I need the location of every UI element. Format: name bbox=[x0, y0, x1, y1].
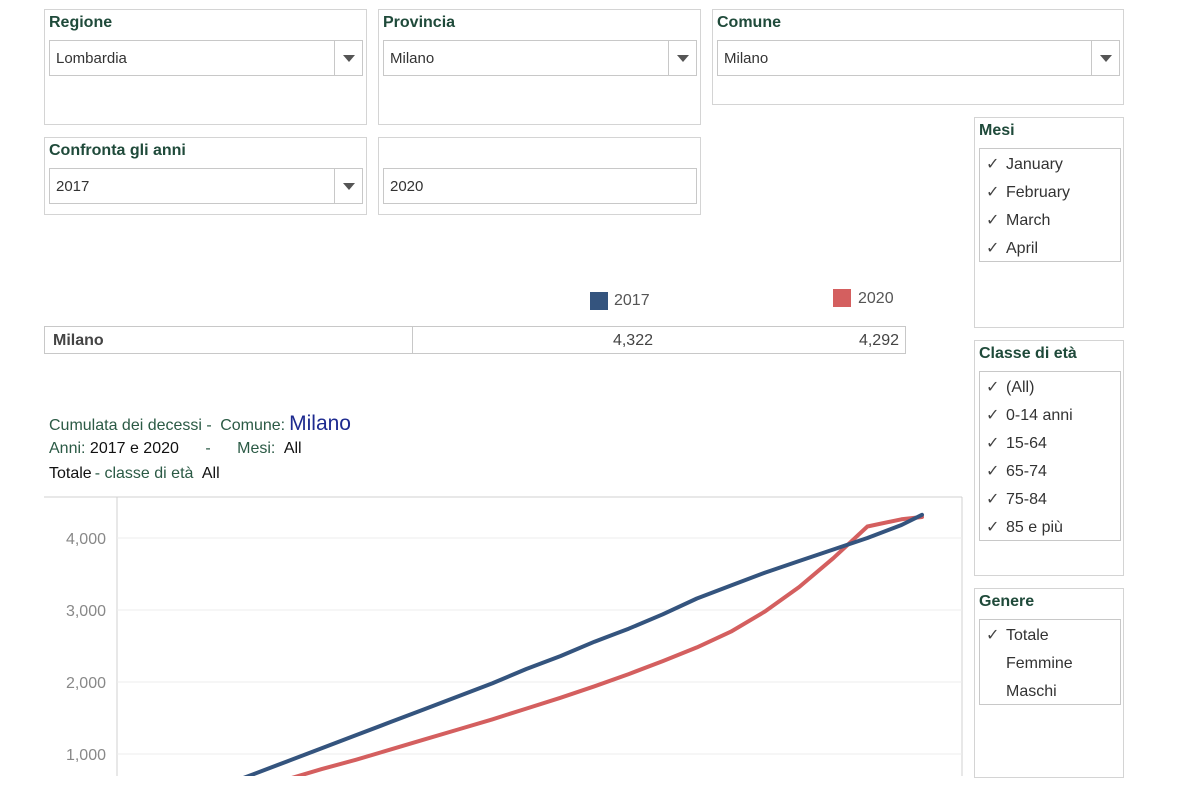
table-divider bbox=[412, 327, 413, 353]
classe-item[interactable]: ✓ 65-74 bbox=[986, 458, 1047, 486]
chevron-down-icon[interactable] bbox=[668, 41, 696, 75]
y-tick-label: 2,000 bbox=[66, 675, 106, 692]
title-classe-label: - classe di età bbox=[94, 465, 194, 482]
mesi-item-label: February bbox=[1006, 184, 1071, 201]
mesi-item[interactable]: ✓ January bbox=[986, 151, 1063, 179]
title-separator: - bbox=[205, 440, 211, 457]
check-icon: ✓ bbox=[986, 156, 1000, 173]
genere-item[interactable]: ✓ Totale bbox=[986, 622, 1049, 650]
confronta-dropdown[interactable]: 2017 bbox=[49, 168, 363, 204]
check-icon: ✓ bbox=[986, 379, 1000, 396]
chart-title-line3: Totale - classe di età All bbox=[49, 465, 220, 483]
check-icon: ✓ bbox=[986, 463, 1000, 480]
classe-item-label: 85 e più bbox=[1006, 519, 1063, 536]
series-line-2020 bbox=[291, 515, 924, 776]
mesi-item-label: April bbox=[1006, 240, 1039, 257]
confronta-label: Confronta gli anni bbox=[49, 142, 186, 159]
mesi-item[interactable]: ✓ March bbox=[986, 207, 1050, 235]
summary-table-row: Milano 4,322 4,292 bbox=[44, 326, 906, 354]
check-icon: ✓ bbox=[986, 627, 1000, 644]
genere-item-label: Femmine bbox=[1006, 655, 1073, 672]
classe-item-label: 75-84 bbox=[1006, 491, 1047, 508]
title-classe-value: All bbox=[201, 465, 220, 482]
series-line-2017 bbox=[242, 512, 924, 776]
regione-value: Lombardia bbox=[56, 50, 127, 67]
classe-item-label: 65-74 bbox=[1006, 463, 1047, 480]
table-value-2017: 4,322 bbox=[612, 332, 653, 349]
provincia-filter: Provincia Milano bbox=[378, 9, 701, 125]
classe-label: Classe di età bbox=[979, 345, 1077, 362]
title-totale: Totale bbox=[49, 465, 92, 482]
compare-year-input[interactable]: 2020 bbox=[383, 168, 697, 204]
chart-title-line2: Anni: 2017 e 2020 - Mesi: All bbox=[49, 440, 302, 458]
table-value-2020: 4,292 bbox=[858, 332, 899, 349]
genere-item[interactable]: Femmine bbox=[986, 650, 1073, 678]
check-icon: ✓ bbox=[986, 435, 1000, 452]
legend-swatch-2020 bbox=[833, 289, 851, 307]
classe-item[interactable]: ✓ 0-14 anni bbox=[986, 402, 1073, 430]
regione-label: Regione bbox=[49, 14, 113, 31]
check-icon: ✓ bbox=[986, 407, 1000, 424]
title-anni-label: Anni: bbox=[49, 440, 86, 457]
check-icon: ✓ bbox=[986, 491, 1000, 508]
classe-item-label: (All) bbox=[1006, 379, 1035, 396]
provincia-label: Provincia bbox=[383, 14, 456, 31]
chart-title-line1: Cumulata dei decessi - Comune: Milano bbox=[49, 412, 351, 436]
classe-list: ✓ (All) ✓ 0-14 anni ✓ 15-64 ✓ 65-74 ✓ 75-84 ✓… bbox=[979, 371, 1121, 541]
check-icon: ✓ bbox=[986, 184, 1000, 201]
classe-item[interactable]: ✓ 15-64 bbox=[986, 430, 1047, 458]
title-measure: Cumulata dei decessi - bbox=[49, 417, 212, 434]
legend-label-2020: 2020 bbox=[858, 290, 894, 307]
title-comune-label: Comune: bbox=[220, 417, 286, 434]
y-tick-label: 4,000 bbox=[66, 531, 106, 548]
genere-filter: Genere ✓ Totale Femmine Maschi bbox=[974, 588, 1124, 778]
chevron-down-icon[interactable] bbox=[1091, 41, 1119, 75]
legend-swatch-2017 bbox=[590, 292, 608, 310]
comune-filter: Comune Milano bbox=[712, 9, 1124, 105]
classe-item[interactable]: ✓ 75-84 bbox=[986, 486, 1047, 514]
classe-filter: Classe di età ✓ (All) ✓ 0-14 anni ✓ 15-64 ✓… bbox=[974, 340, 1124, 576]
title-mesi-label: Mesi: bbox=[237, 440, 276, 457]
classe-item-label: 15-64 bbox=[1006, 435, 1047, 452]
chevron-down-icon[interactable] bbox=[334, 169, 362, 203]
provincia-value: Milano bbox=[390, 50, 435, 67]
check-icon: ✓ bbox=[986, 240, 1000, 257]
regione-filter: Regione Lombardia bbox=[44, 9, 367, 125]
genere-item-label: Maschi bbox=[1006, 683, 1057, 700]
chevron-down-icon[interactable] bbox=[334, 41, 362, 75]
mesi-item[interactable]: ✓ April bbox=[986, 235, 1038, 263]
mesi-item-label: March bbox=[1006, 212, 1051, 229]
classe-item[interactable]: ✓ 85 e più bbox=[986, 514, 1063, 542]
comune-label: Comune bbox=[717, 14, 781, 31]
title-comune-value: Milano bbox=[289, 412, 351, 435]
provincia-dropdown[interactable]: Milano bbox=[383, 40, 697, 76]
genere-item[interactable]: Maschi bbox=[986, 678, 1057, 706]
confronta-filter: Confronta gli anni 2017 bbox=[44, 137, 367, 215]
classe-item-label: 0-14 anni bbox=[1006, 407, 1073, 424]
legend-label-2017: 2017 bbox=[614, 292, 650, 309]
check-icon: ✓ bbox=[986, 519, 1000, 536]
mesi-label: Mesi bbox=[979, 122, 1015, 139]
y-tick-label: 3,000 bbox=[66, 603, 106, 620]
comune-value: Milano bbox=[724, 50, 769, 67]
compare-year-panel: 2020 bbox=[378, 137, 701, 215]
genere-item-label: Totale bbox=[1006, 627, 1049, 644]
check-icon: ✓ bbox=[986, 212, 1000, 229]
genere-label: Genere bbox=[979, 593, 1035, 610]
classe-item[interactable]: ✓ (All) bbox=[986, 374, 1034, 402]
y-tick-label: 1,000 bbox=[66, 747, 106, 764]
title-anni-value: 2017 e 2020 bbox=[89, 440, 179, 457]
comune-dropdown[interactable]: Milano bbox=[717, 40, 1120, 76]
mesi-filter: Mesi ✓ January ✓ February ✓ March ✓ April bbox=[974, 117, 1124, 328]
mesi-list: ✓ January ✓ February ✓ March ✓ April bbox=[979, 148, 1121, 262]
title-mesi-value: All bbox=[283, 440, 302, 457]
mesi-item-label: January bbox=[1006, 156, 1063, 173]
table-name-cell: Milano bbox=[53, 332, 104, 349]
mesi-item[interactable]: ✓ February bbox=[986, 179, 1070, 207]
compare-year-value: 2020 bbox=[390, 178, 424, 195]
regione-dropdown[interactable]: Lombardia bbox=[49, 40, 363, 76]
confronta-value: 2017 bbox=[56, 178, 90, 195]
genere-list: ✓ Totale Femmine Maschi bbox=[979, 619, 1121, 705]
